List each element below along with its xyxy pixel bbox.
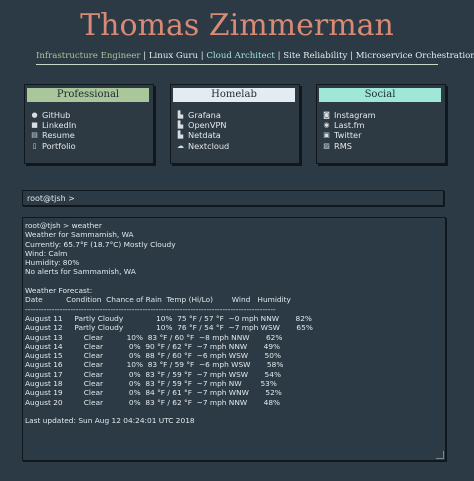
terminal-text: root@tjsh > weather Weather for Sammamish… bbox=[25, 221, 313, 426]
link-portfolio[interactable]: ▯ Portfolio bbox=[30, 141, 76, 151]
link-lastfm[interactable]: ◉ Last.fm bbox=[322, 120, 376, 130]
command-prompt: root@tjsh > bbox=[27, 194, 75, 203]
page-title: Thomas Zimmerman bbox=[80, 8, 394, 43]
github-icon: ● bbox=[31, 111, 38, 119]
tag-separator: | bbox=[277, 51, 281, 61]
link-twitter[interactable]: ▣ Twitter bbox=[322, 130, 376, 140]
panel-title-homelab: Homelab bbox=[173, 88, 295, 102]
terminal-output[interactable]: root@tjsh > weather Weather for Sammamish… bbox=[22, 217, 446, 461]
link-github[interactable]: ● GitHub bbox=[30, 110, 76, 120]
tag-microservice-orchestration: Microservice Orchestration bbox=[355, 51, 474, 61]
link-label: Resume bbox=[42, 130, 75, 141]
link-label: Portfolio bbox=[42, 140, 76, 151]
instagram-icon: ◙ bbox=[323, 111, 330, 119]
terminal-line: root@tjsh > weather bbox=[25, 221, 102, 230]
link-linkedin[interactable]: ■ LinkedIn bbox=[30, 120, 76, 130]
link-label: OpenVPN bbox=[188, 120, 227, 131]
bar-chart-icon: ▙ bbox=[177, 111, 184, 119]
terminal-line: ----------------------------------------… bbox=[25, 304, 276, 314]
terminal-line: Weather for Sammamish, WA bbox=[25, 230, 134, 240]
link-netdata[interactable]: ▙ Netdata bbox=[176, 130, 229, 140]
terminal-line: No alerts for Sammamish, WA bbox=[25, 267, 136, 277]
terminal-line: August 18 Clear 0% 83 °F / 59 °F ~7 mph … bbox=[25, 379, 277, 389]
panel-homelab: Homelab ▙ Grafana ▙ OpenVPN ▙ Netdata ☁ Next… bbox=[170, 84, 300, 164]
tag-separator: | bbox=[143, 51, 147, 61]
lastfm-icon: ◉ bbox=[323, 121, 330, 130]
terminal-line: August 16 Clear 10% 83 °F / 59 °F ~6 mph… bbox=[25, 360, 284, 370]
terminal-line: Wind: Calm bbox=[25, 248, 68, 258]
tag-cloud-architect: Cloud Architect bbox=[206, 51, 275, 61]
terminal-line: Currently: 65.7°F (18.7°C) Mostly Cloudy bbox=[25, 239, 176, 249]
resize-handle[interactable] bbox=[436, 451, 444, 459]
link-rms[interactable]: ▨ RMS bbox=[322, 141, 376, 151]
twitter-icon: ▣ bbox=[323, 131, 330, 140]
link-label: Nextcloud bbox=[188, 140, 230, 151]
command-input[interactable]: root@tjsh > bbox=[22, 190, 444, 206]
bar-chart-icon: ▙ bbox=[177, 131, 184, 140]
terminal-line: August 20 Clear 0% 83 °F / 62 °F ~7 mph … bbox=[25, 397, 281, 407]
tagline: Infrastructure Engineer | Linux Guru | C… bbox=[36, 51, 474, 61]
link-label: Grafana bbox=[188, 110, 221, 120]
link-label: Twitter bbox=[334, 130, 362, 141]
link-label: Netdata bbox=[188, 130, 221, 141]
tag-separator: | bbox=[350, 51, 353, 61]
link-nextcloud[interactable]: ☁ Nextcloud bbox=[176, 141, 229, 151]
terminal-line: Last updated: Sun Aug 12 04:24:01 UTC 20… bbox=[25, 416, 195, 426]
tag-separator: | bbox=[200, 51, 204, 61]
tag-infrastructure-engineer: Infrastructure Engineer bbox=[36, 51, 141, 61]
terminal-line: August 12 Partly Cloudy 10% 76 °F / 54 °… bbox=[25, 323, 313, 333]
link-label: GitHub bbox=[42, 110, 71, 120]
link-label: Last.fm bbox=[334, 120, 365, 131]
tag-site-reliability: Site Reliability bbox=[283, 51, 348, 61]
link-resume[interactable]: ▤ Resume bbox=[30, 130, 76, 140]
document-icon: ▤ bbox=[31, 131, 38, 140]
terminal-line: August 11 Partly Cloudy 10% 75 °F / 57 °… bbox=[25, 313, 312, 323]
link-grafana[interactable]: ▙ Grafana bbox=[176, 110, 229, 120]
panel-professional: Professional ● GitHub ■ LinkedIn ▤ Resume ▯… bbox=[24, 84, 154, 164]
link-label: RMS bbox=[334, 140, 352, 151]
link-label: Instagram bbox=[334, 110, 376, 120]
link-label: LinkedIn bbox=[42, 120, 77, 131]
terminal-line: August 19 Clear 0% 84 °F / 61 °F ~7 mph … bbox=[25, 388, 282, 398]
tag-linux-guru: Linux Guru bbox=[148, 51, 198, 61]
terminal-line: August 14 Clear 0% 90 °F / 62 °F ~7 mph … bbox=[25, 341, 281, 351]
linkedin-icon: ■ bbox=[31, 121, 38, 130]
terminal-line: Date Condition Chance of Rain Temp (Hi/L… bbox=[25, 295, 291, 305]
image-icon: ▨ bbox=[323, 141, 330, 150]
panel-title-social: Social bbox=[319, 88, 441, 102]
terminal-line: August 17 Clear 0% 83 °F / 59 °F ~7 mph … bbox=[25, 369, 281, 379]
link-openvpn[interactable]: ▙ OpenVPN bbox=[176, 120, 229, 130]
panel-social: Social ◙ Instagram ◉ Last.fm ▣ Twitter ▨ RMS bbox=[316, 84, 446, 164]
panel-title-professional: Professional bbox=[27, 88, 149, 102]
terminal-line: August 15 Clear 0% 88 °F / 60 °F ~6 mph … bbox=[25, 351, 281, 361]
header-divider bbox=[36, 64, 438, 65]
cloud-icon: ☁ bbox=[177, 141, 184, 150]
terminal-line: Weather Forecast: bbox=[25, 286, 93, 296]
file-icon: ▯ bbox=[32, 141, 37, 150]
terminal-line: August 13 Clear 10% 83 °F / 60 °F ~8 mph… bbox=[25, 332, 283, 342]
bar-chart-icon: ▙ bbox=[177, 121, 184, 130]
terminal-line: Humidity: 80% bbox=[25, 258, 80, 268]
link-instagram[interactable]: ◙ Instagram bbox=[322, 110, 376, 120]
